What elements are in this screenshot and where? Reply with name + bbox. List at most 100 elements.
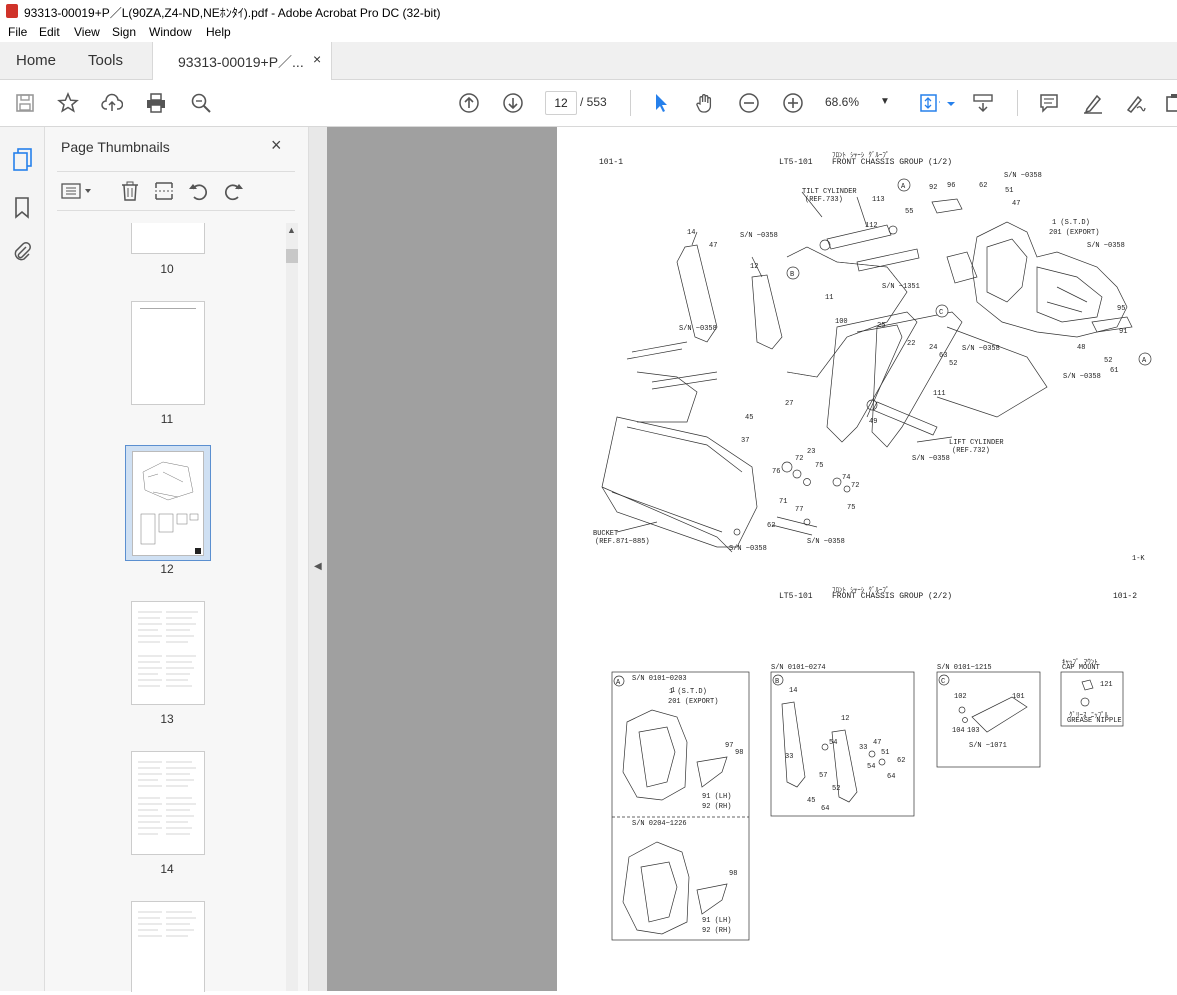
- panel-splitter[interactable]: ◀: [309, 127, 327, 991]
- svg-text:74: 74: [842, 474, 850, 482]
- menu-help[interactable]: Help: [206, 25, 231, 39]
- inset-b-header: S/N 0101~0274: [771, 664, 826, 672]
- zoom-search-icon[interactable]: [190, 92, 212, 114]
- sn-label: S/N ~1351: [882, 283, 920, 291]
- panel-title: Page Thumbnails: [61, 139, 170, 155]
- svg-text:113: 113: [872, 196, 885, 204]
- lift-cylinder-label: LIFT CYLINDER: [949, 439, 1004, 447]
- menu-edit[interactable]: Edit: [39, 25, 60, 39]
- thumbnail-toolbar: [57, 171, 295, 211]
- sn-label: S/N ~0358: [962, 345, 1000, 353]
- svg-text:112: 112: [865, 222, 878, 230]
- svg-text:52: 52: [832, 785, 840, 793]
- svg-text:51: 51: [881, 749, 889, 757]
- thumbnails-panel: Page Thumbnails × 10 11 12 13 14 ▲: [45, 127, 309, 992]
- svg-text:49: 49: [869, 418, 877, 426]
- svg-text:54: 54: [867, 763, 875, 771]
- sn-label: S/N ~0358: [1087, 242, 1125, 250]
- highlight-pen-icon[interactable]: [1082, 92, 1104, 114]
- svg-text:72: 72: [795, 455, 803, 463]
- tab-document[interactable]: 93313-00019+P／... ×: [152, 42, 332, 80]
- svg-text:64: 64: [821, 805, 829, 813]
- svg-text:14: 14: [687, 229, 695, 237]
- page-thumbnail-label: 10: [160, 262, 174, 276]
- tab-tools[interactable]: Tools: [88, 52, 123, 69]
- zoom-level-select[interactable]: 68.6% ▼: [825, 91, 893, 113]
- sn-label: S/N ~0358: [912, 455, 950, 463]
- save-icon[interactable]: [14, 92, 36, 114]
- select-cursor-icon[interactable]: [650, 92, 672, 114]
- page-thumbnail[interactable]: [131, 901, 205, 992]
- more-tools-icon[interactable]: [1164, 92, 1177, 114]
- svg-text:92: 92: [929, 184, 937, 192]
- attachment-icon[interactable]: [12, 241, 32, 263]
- menu-sign[interactable]: Sign: [112, 25, 136, 39]
- svg-text:51: 51: [1005, 187, 1013, 195]
- svg-text:62: 62: [767, 522, 775, 530]
- comment-icon[interactable]: [1038, 92, 1060, 114]
- svg-text:121: 121: [1100, 681, 1113, 689]
- print-icon[interactable]: [145, 92, 167, 114]
- scroll-up-icon[interactable]: ▲: [287, 225, 296, 235]
- menu-file[interactable]: File: [8, 25, 27, 39]
- svg-text:23: 23: [807, 448, 815, 456]
- svg-text:71: 71: [779, 498, 787, 506]
- upload-cloud-icon[interactable]: [101, 92, 124, 114]
- page-thumbnails-icon[interactable]: [12, 147, 34, 171]
- page-total: / 553: [580, 95, 607, 109]
- hand-tool-icon[interactable]: [694, 92, 716, 114]
- document-page[interactable]: 101-1 ﾌﾛﾝﾄ ｼｬｰｼ ｸﾞﾙｰﾌﾟ LT5-101 FRONT CHA…: [557, 127, 1177, 991]
- fit-page-dropdown-icon[interactable]: [940, 92, 955, 114]
- page-number-input[interactable]: 12: [545, 91, 577, 115]
- acrobat-app-icon: [6, 4, 18, 18]
- zoom-out-icon[interactable]: [738, 92, 760, 114]
- lift-cylinder-ref: (REF.732): [952, 447, 990, 455]
- inset-a-std: 1 (S.T.D): [669, 688, 707, 696]
- scrollbar-thumb[interactable]: [286, 249, 298, 263]
- svg-text:96: 96: [947, 182, 955, 190]
- thumbnail-scrollbar[interactable]: ▲: [286, 223, 298, 991]
- rotate-clockwise-icon[interactable]: [222, 181, 244, 201]
- svg-text:47: 47: [709, 242, 717, 250]
- tab-home[interactable]: Home: [16, 52, 56, 69]
- sign-pen-icon[interactable]: [1124, 92, 1146, 114]
- svg-text:C: C: [939, 309, 943, 317]
- svg-text:100: 100: [835, 318, 848, 326]
- delete-page-icon[interactable]: [120, 181, 140, 201]
- svg-text:B: B: [775, 678, 779, 686]
- page-thumbnail[interactable]: [131, 301, 205, 405]
- zoom-in-icon[interactable]: [782, 92, 804, 114]
- page-thumbnail[interactable]: [131, 223, 205, 254]
- sn-label: S/N ~0358: [1004, 172, 1042, 180]
- svg-text:52: 52: [949, 360, 957, 368]
- previous-page-icon[interactable]: [458, 92, 480, 114]
- title-bar: 93313-00019+P／L(90ZA,Z4-ND,NEﾎﾝﾀｲ).pdf -…: [0, 0, 1177, 22]
- inset-detail-drawings: ABC 19798 981412 335457 524564 334751 62…: [611, 671, 1124, 941]
- page-thumbnail[interactable]: [131, 751, 205, 855]
- tab-close-icon[interactable]: ×: [313, 51, 321, 67]
- svg-text:104: 104: [952, 727, 965, 735]
- star-icon[interactable]: [57, 92, 79, 114]
- tab-document-label: 93313-00019+P／...: [178, 54, 304, 70]
- sn-label: S/N ~0358: [807, 538, 845, 546]
- rotate-counterclockwise-icon[interactable]: [188, 181, 210, 201]
- menu-window[interactable]: Window: [149, 25, 192, 39]
- next-page-icon[interactable]: [502, 92, 524, 114]
- scroll-mode-icon[interactable]: [972, 92, 994, 114]
- close-panel-icon[interactable]: ×: [271, 135, 282, 156]
- bottom-title: FRONT CHASSIS GROUP (2/2): [832, 592, 953, 601]
- svg-text:75: 75: [847, 504, 855, 512]
- extract-page-icon[interactable]: [154, 181, 174, 201]
- page-thumbnail[interactable]: [131, 601, 205, 705]
- svg-text:14: 14: [789, 687, 797, 695]
- fit-page-icon[interactable]: [918, 92, 942, 114]
- collapse-panel-icon[interactable]: ◀: [314, 561, 322, 572]
- thumbnail-options-icon[interactable]: [61, 182, 95, 200]
- bucket-ref: (REF.871~885): [595, 538, 650, 546]
- inset-c-sn: S/N ~1071: [969, 742, 1007, 750]
- page-thumbnail-label: 12: [160, 562, 174, 576]
- bookmark-icon[interactable]: [14, 197, 30, 219]
- page-thumbnail-selected[interactable]: [125, 445, 211, 561]
- svg-text:98: 98: [729, 870, 737, 878]
- menu-view[interactable]: View: [74, 25, 100, 39]
